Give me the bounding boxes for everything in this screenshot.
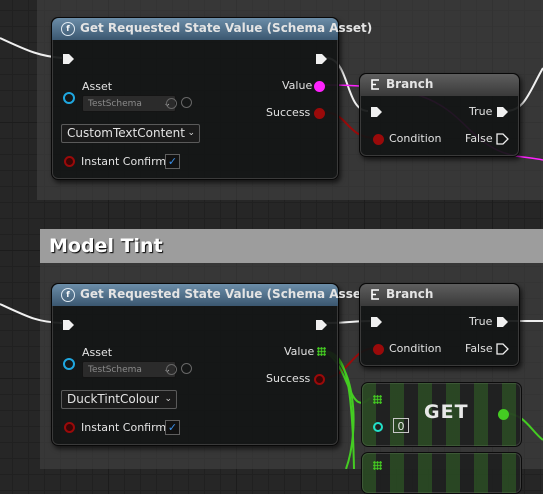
instant-confirm-pin[interactable]	[64, 422, 75, 433]
schema-enum-dropdown[interactable]: DuckTintColour ⌄	[61, 390, 177, 409]
instant-confirm-pin[interactable]	[64, 156, 75, 167]
node-title: Get Requested State Value (Schema Asset)	[80, 287, 373, 301]
true-label: True	[469, 105, 493, 118]
chevron-down-icon: ⌄	[164, 394, 172, 404]
instant-confirm-label: Instant Confirm	[81, 421, 167, 434]
search-icon[interactable]	[181, 363, 192, 374]
condition-label: Condition	[389, 342, 442, 355]
asset-dropdown[interactable]: TestSchema ⌄	[82, 361, 176, 378]
get-label: GET	[424, 401, 469, 423]
get-node-background	[362, 453, 521, 493]
true-label: True	[469, 315, 493, 328]
instant-confirm-label: Instant Confirm	[81, 155, 167, 168]
branch-title: Branch	[386, 287, 434, 301]
asset-value: TestSchema	[88, 365, 142, 375]
array-value-pin[interactable]	[317, 347, 326, 356]
function-icon: f	[61, 22, 75, 36]
output-pin[interactable]	[498, 409, 509, 420]
array-get-node-partial[interactable]	[361, 452, 522, 494]
asset-value: TestSchema	[88, 99, 142, 109]
browse-icon[interactable]	[166, 364, 177, 375]
exec-in-pin[interactable]	[370, 316, 383, 328]
exec-in-pin[interactable]	[62, 319, 75, 331]
enum-value: DuckTintColour	[67, 392, 159, 406]
node-header[interactable]: f Get Requested State Value (Schema Asse…	[52, 18, 372, 40]
branch-header[interactable]: Branch	[360, 284, 519, 306]
exec-out-pin[interactable]	[315, 319, 328, 331]
value-label: Value	[282, 79, 313, 92]
exec-in-pin[interactable]	[62, 53, 75, 65]
false-label: False	[465, 342, 493, 355]
asset-label: Asset	[82, 346, 113, 359]
branch-node-2[interactable]: Branch True Condition False	[359, 283, 520, 367]
search-icon[interactable]	[181, 97, 192, 108]
branch-header[interactable]: Branch	[360, 74, 519, 96]
success-label: Success	[266, 106, 311, 119]
node-header[interactable]: f Get Requested State Value (Schema Asse…	[52, 284, 372, 306]
branch-title: Branch	[386, 77, 434, 91]
false-exec-pin[interactable]	[496, 343, 509, 355]
index-input[interactable]: 0	[393, 418, 409, 433]
true-exec-pin[interactable]	[496, 106, 509, 118]
enum-value: CustomTextContent	[67, 126, 185, 140]
success-pin[interactable]	[314, 108, 325, 119]
branch-node-1[interactable]: Branch True Condition False	[359, 73, 520, 157]
condition-label: Condition	[389, 132, 442, 145]
schema-enum-dropdown[interactable]: CustomTextContent ⌄	[61, 124, 200, 143]
node-title: Get Requested State Value (Schema Asset)	[80, 21, 373, 35]
get-requested-state-value-node-1[interactable]: f Get Requested State Value (Schema Asse…	[51, 17, 372, 180]
exec-in-pin[interactable]	[370, 106, 383, 118]
condition-pin[interactable]	[373, 134, 384, 145]
chevron-down-icon: ⌄	[187, 128, 195, 138]
function-icon: f	[61, 288, 75, 302]
success-pin[interactable]	[314, 374, 325, 385]
asset-dropdown[interactable]: TestSchema ⌄	[82, 95, 176, 112]
get-requested-state-value-node-2[interactable]: f Get Requested State Value (Schema Asse…	[51, 283, 372, 446]
array-input-pin[interactable]	[373, 395, 382, 404]
array-get-node[interactable]: 0 GET	[361, 382, 522, 447]
asset-pin[interactable]	[63, 92, 75, 104]
instant-confirm-checkbox[interactable]: ✓	[165, 154, 180, 169]
true-exec-pin[interactable]	[496, 316, 509, 328]
false-exec-pin[interactable]	[496, 133, 509, 145]
asset-label: Asset	[82, 80, 113, 93]
value-pin[interactable]	[314, 81, 325, 92]
exec-out-pin[interactable]	[315, 53, 328, 65]
branch-icon	[371, 79, 379, 90]
asset-pin[interactable]	[63, 358, 75, 370]
false-label: False	[465, 132, 493, 145]
index-pin[interactable]	[373, 422, 383, 432]
instant-confirm-checkbox[interactable]: ✓	[165, 420, 180, 435]
browse-icon[interactable]	[166, 98, 177, 109]
condition-pin[interactable]	[373, 344, 384, 355]
branch-icon	[371, 289, 379, 300]
value-label: Value	[284, 345, 315, 358]
success-label: Success	[266, 372, 311, 385]
